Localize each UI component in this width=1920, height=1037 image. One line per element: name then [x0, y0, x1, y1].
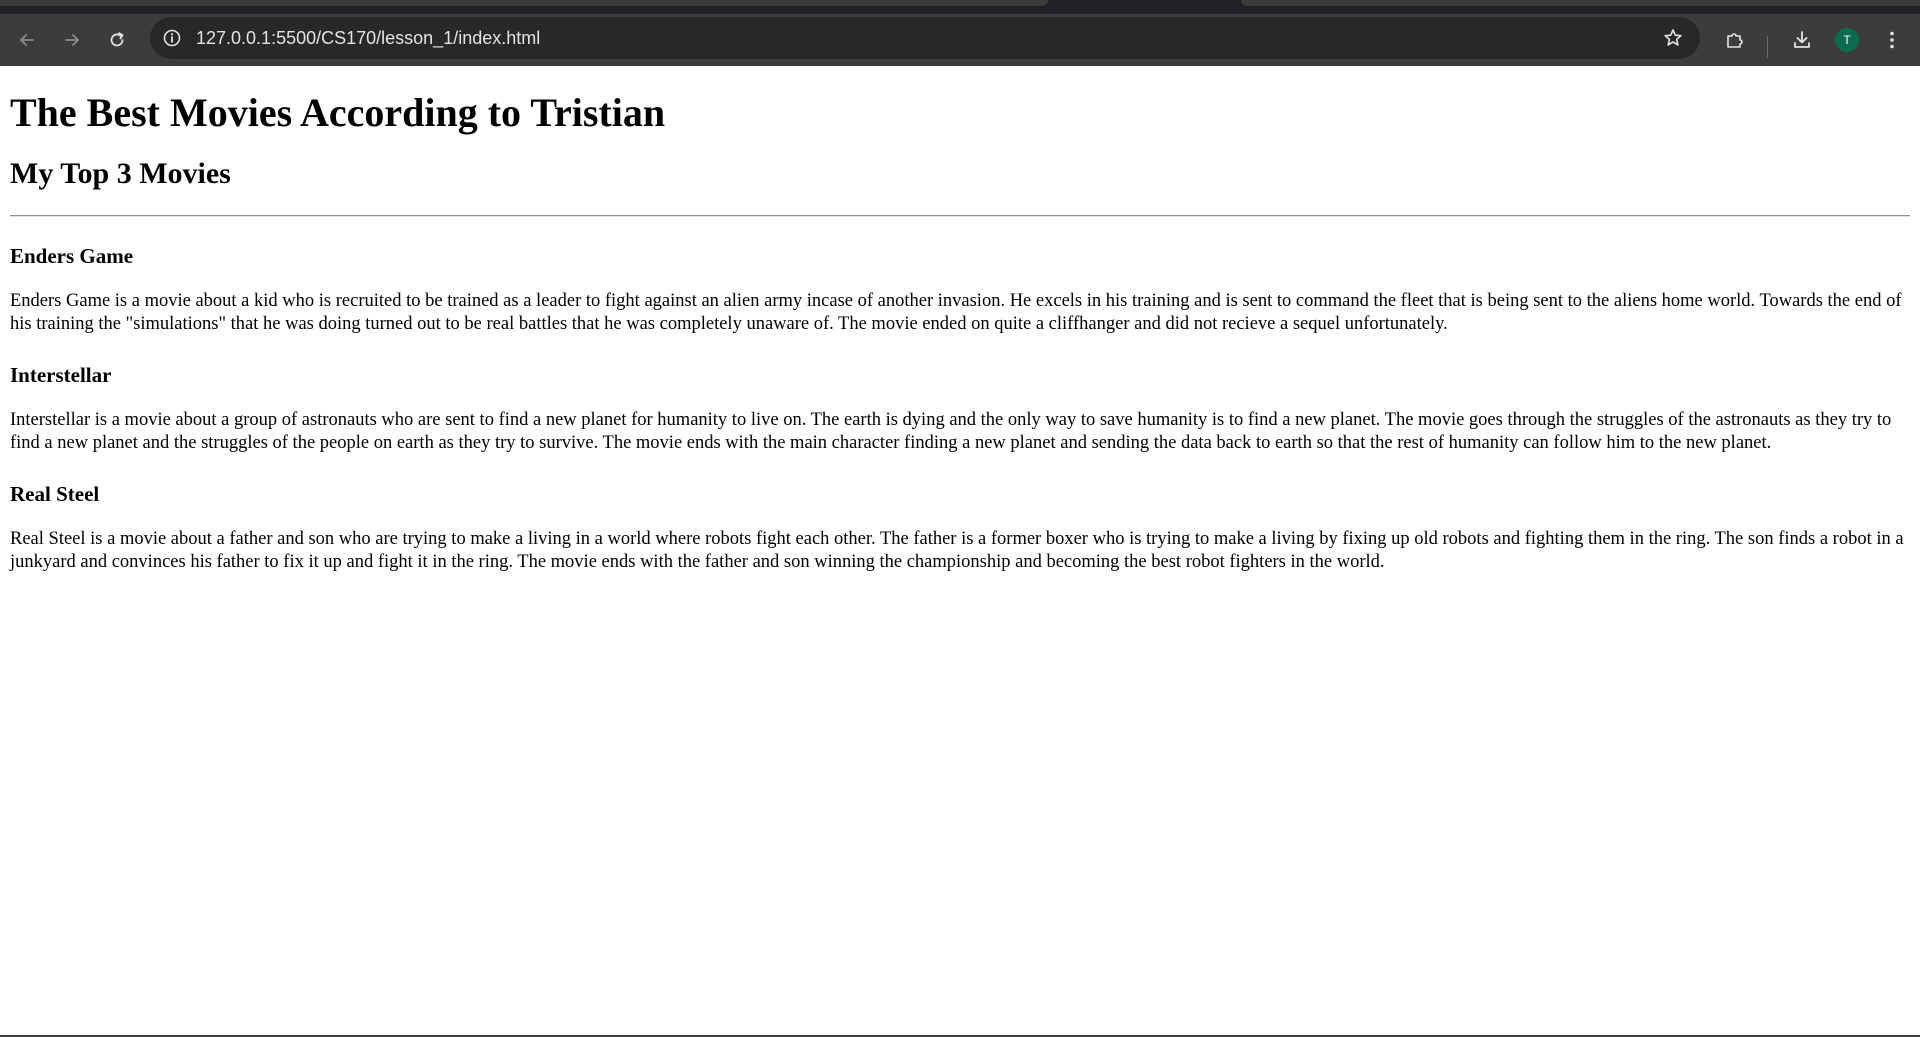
downloads-button[interactable]: [1786, 24, 1818, 56]
back-button[interactable]: [11, 24, 43, 56]
tab-edge-right: [1241, 0, 1920, 6]
download-icon: [1794, 31, 1810, 48]
forward-button[interactable]: [56, 24, 88, 56]
star-icon[interactable]: [1662, 27, 1684, 49]
page-title: The Best Movies According to Tristian: [10, 90, 666, 135]
arrow-right-icon: [65, 34, 79, 46]
browser-chrome: 127.0.0.1:5500/CS170/lesson_1/index.html…: [0, 0, 1920, 66]
page-subtitle: My Top 3 Movies: [10, 157, 231, 190]
kebab-menu-icon: [1890, 31, 1894, 49]
movie-title: Real Steel: [10, 482, 100, 506]
url-text[interactable]: 127.0.0.1:5500/CS170/lesson_1/index.html: [196, 28, 540, 49]
profile-button[interactable]: T: [1831, 24, 1863, 56]
page-body: The Best Movies According to Tristian My…: [0, 90, 1920, 574]
tab-edge-left: [0, 0, 1048, 6]
arrow-left-icon: [20, 34, 34, 46]
reload-icon: [110, 32, 124, 47]
movie-description: Real Steel is a movie about a father and…: [10, 529, 1904, 572]
info-icon[interactable]: [162, 28, 182, 48]
address-bar[interactable]: 127.0.0.1:5500/CS170/lesson_1/index.html: [150, 17, 1700, 59]
movie-title: Interstellar: [10, 363, 112, 387]
movie-section-interstellar: Interstellar Interstellar is a movie abo…: [10, 362, 1910, 455]
movie-description: Interstellar is a movie about a group of…: [10, 410, 1892, 453]
divider: [10, 215, 1910, 217]
avatar: T: [1835, 28, 1859, 52]
puzzle-icon: [1727, 33, 1743, 48]
toolbar-divider: [1767, 36, 1768, 58]
browser-toolbar: 127.0.0.1:5500/CS170/lesson_1/index.html…: [0, 14, 1920, 66]
menu-button[interactable]: [1876, 24, 1908, 56]
movie-title: Enders Game: [10, 244, 134, 268]
movie-description: Enders Game is a movie about a kid who i…: [10, 291, 1902, 334]
reload-button[interactable]: [101, 24, 133, 56]
tab-strip: [0, 0, 1920, 14]
movie-section-enders-game: Enders Game Enders Game is a movie about…: [10, 243, 1910, 336]
extensions-button[interactable]: [1719, 24, 1751, 56]
movie-section-real-steel: Real Steel Real Steel is a movie about a…: [10, 481, 1910, 574]
page-content: The Best Movies According to Tristian My…: [0, 66, 1920, 1037]
